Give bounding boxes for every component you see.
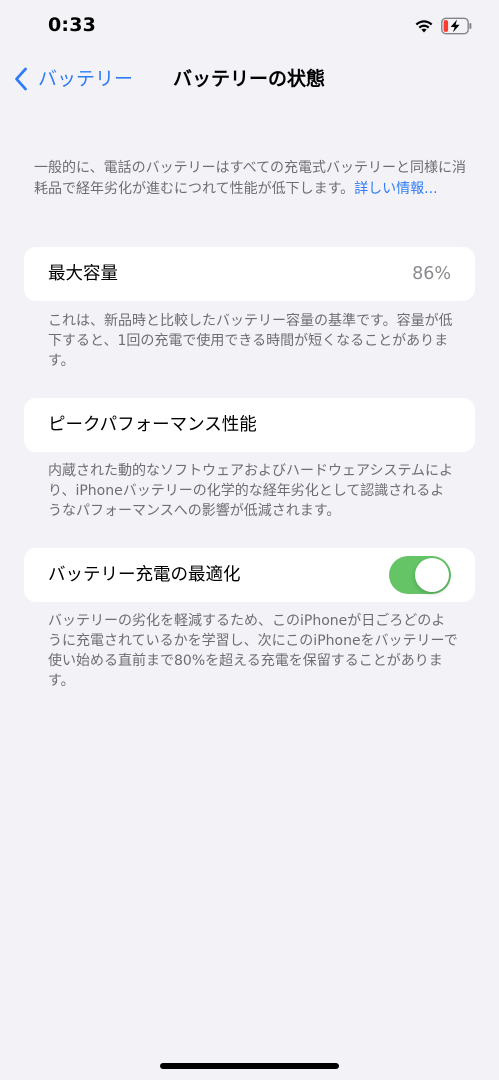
back-button[interactable]: バッテリー (14, 66, 133, 92)
back-label: バッテリー (38, 68, 134, 90)
toggle-knob (415, 558, 449, 592)
optimized-charging-label: バッテリー充電の最適化 (48, 565, 241, 585)
max-capacity-footnote: これは、新品時と比較したバッテリー容量の基準です。容量が低下すると、1回の充電で… (48, 313, 453, 369)
peak-performance-cell: ピークパフォーマンス性能 (24, 398, 475, 452)
optimized-charging-cell: バッテリー充電の最適化 (24, 548, 475, 602)
battery-charging-icon (441, 17, 472, 35)
page-title: バッテリーの状態 (173, 68, 326, 90)
max-capacity-value: 86% (412, 264, 451, 284)
learn-more-link[interactable]: 詳しい情報... (354, 181, 437, 197)
status-time: 0:33 (48, 14, 97, 36)
wifi-icon (415, 20, 433, 33)
chevron-left-icon (15, 67, 27, 91)
home-indicator[interactable] (160, 1063, 339, 1069)
navigation-bar: バッテリー バッテリーの状態 (0, 56, 499, 102)
peak-performance-label: ピークパフォーマンス性能 (48, 415, 257, 435)
peak-performance-footnote: 内蔵された動的なソフトウェアおよびハードウェアシステムにより、iPhoneバッテ… (48, 463, 454, 519)
max-capacity-label: 最大容量 (48, 264, 118, 284)
intro-description: 一般的に、電話のバッテリーはすべての充電式バッテリーと同様に消耗品で経年劣化が進… (34, 158, 474, 200)
status-bar: 0:33 (0, 0, 499, 54)
optimized-charging-footnote: バッテリーの劣化を軽減するため、このiPhoneが日ごろどのように充電されている… (48, 613, 458, 689)
max-capacity-cell: 最大容量 86% (24, 247, 475, 301)
optimized-charging-toggle[interactable] (389, 556, 451, 594)
